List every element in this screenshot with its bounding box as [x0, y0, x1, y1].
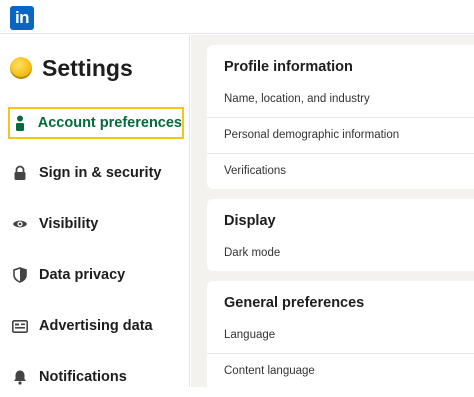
sidebar-item-account-preferences[interactable]: Account preferences	[8, 107, 184, 139]
setting-row-demographic-info[interactable]: Personal demographic information	[207, 117, 474, 153]
settings-main: Profile information Name, location, and …	[191, 35, 474, 397]
sidebar-item-label: Account preferences	[37, 115, 182, 131]
linkedin-logo[interactable]: in	[10, 6, 34, 30]
sidebar-item-sign-in-security[interactable]: Sign in & security	[8, 157, 184, 189]
lock-icon	[12, 165, 28, 181]
person-icon	[14, 115, 27, 131]
display-card: Display Dark mode	[207, 199, 474, 271]
sidebar-item-data-privacy[interactable]: Data privacy	[8, 259, 184, 291]
ad-icon	[12, 318, 28, 334]
page-title: Settings	[42, 54, 133, 81]
sidebar-item-visibility[interactable]: Visibility	[8, 208, 184, 240]
sidebar-item-label: Sign in & security	[39, 165, 162, 181]
profile-information-card: Profile information Name, location, and …	[207, 45, 474, 189]
section-title: Profile information	[224, 59, 353, 75]
sidebar-item-label: Notifications	[39, 369, 127, 385]
sidebar-item-notifications[interactable]: Notifications	[8, 361, 184, 393]
general-preferences-card: General preferences Language Content lan…	[207, 281, 474, 397]
section-title: Display	[224, 213, 276, 229]
setting-row-verifications[interactable]: Verifications	[207, 153, 474, 189]
setting-row-content-language[interactable]: Content language	[207, 353, 474, 389]
setting-row-language[interactable]: Language	[207, 317, 474, 353]
top-bar: in	[0, 0, 474, 34]
section-title: General preferences	[224, 295, 365, 311]
setting-row-name-location-industry[interactable]: Name, location, and industry	[207, 81, 474, 117]
eye-icon	[12, 216, 28, 232]
sidebar-item-label: Visibility	[39, 216, 99, 232]
sidebar-item-label: Data privacy	[39, 267, 126, 283]
bell-icon	[12, 369, 28, 385]
sidebar-item-label: Advertising data	[39, 318, 153, 334]
shield-icon	[12, 267, 28, 283]
setting-row-dark-mode[interactable]: Dark mode	[207, 235, 474, 271]
sidebar-item-advertising-data[interactable]: Advertising data	[8, 310, 184, 342]
settings-sidebar: Settings Account preferences Sign in & s…	[0, 35, 190, 387]
avatar[interactable]	[10, 57, 32, 79]
settings-header: Settings	[10, 53, 133, 83]
